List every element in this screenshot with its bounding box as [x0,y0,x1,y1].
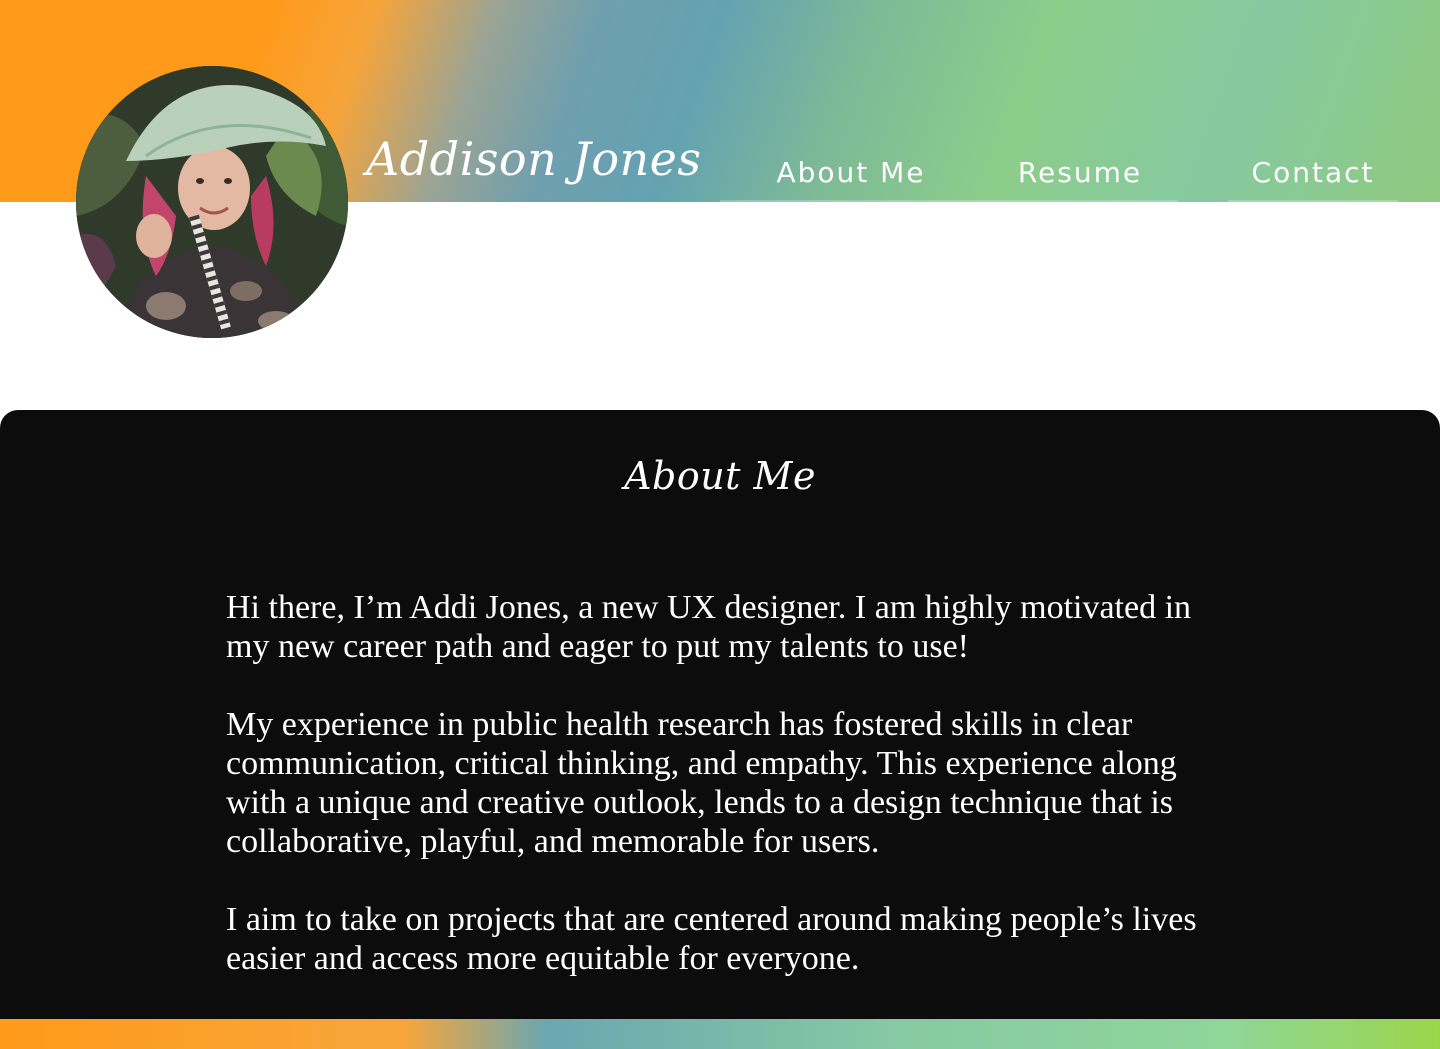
nav-contact[interactable]: Contact [1228,156,1398,202]
about-paragraph-experience: My experience in public health research … [226,706,1177,860]
avatar [76,66,348,338]
about-paragraph-intro: Hi there, I’m Addi Jones, a new UX desig… [226,589,1192,665]
nav-about-me[interactable]: About Me [720,156,982,202]
nav-resume[interactable]: Resume [982,156,1178,202]
about-body: Hi there, I’m Addi Jones, a new UX desig… [226,588,1236,1017]
profile-photo [76,66,348,338]
main-nav: About Me Resume Contact [0,156,1440,202]
about-heading: About Me [624,454,816,498]
about-section: About Me Hi there, I’m Addi Jones, a new… [0,410,1440,1019]
footer-gradient-band [0,1019,1440,1049]
about-paragraph-goals: I aim to take on projects that are cente… [226,901,1197,977]
portfolio-page: Addison Jones About Me Resume Contact Ab… [0,0,1440,1049]
